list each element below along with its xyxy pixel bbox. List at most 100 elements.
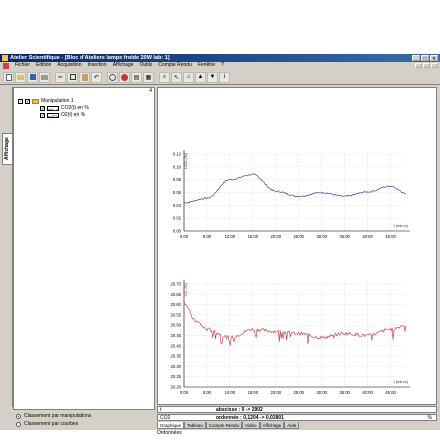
settings-icon[interactable] bbox=[107, 71, 118, 83]
cursor-icon[interactable]: ↖ bbox=[171, 71, 182, 83]
x-tick-label: 5:00 bbox=[203, 390, 212, 395]
bottom-tabs: Graphique Tableau Compte Rendu Vidéo Aff… bbox=[157, 422, 300, 429]
close-button[interactable]: × bbox=[430, 55, 438, 62]
tab-compte-rendu[interactable]: Compte Rendu bbox=[205, 422, 243, 429]
tree-item-co2[interactable]: ✓ CO2(t) en % bbox=[40, 105, 89, 111]
root-checkbox[interactable]: ✓ bbox=[25, 98, 30, 104]
tab-aide[interactable]: Aide bbox=[284, 422, 300, 429]
charts-svg[interactable]: 0.120.100.080.060.040.020.000:00 5:00 10:0… bbox=[158, 88, 436, 404]
graph-area[interactable]: 0.12 0.10 0.08 0.06 0.04 0.02 0.00 0:00 5:00 10:0… bbox=[157, 87, 437, 405]
cut-icon[interactable]: ✂ bbox=[55, 71, 66, 83]
tree-root[interactable]: - ✓ Manipulation 1 bbox=[18, 98, 74, 104]
window-controls: _ □ × bbox=[412, 55, 438, 62]
x-tick-label: 10:00 bbox=[225, 234, 236, 239]
readout-var-x: t bbox=[160, 407, 162, 413]
arrow-down-icon[interactable]: ▼ bbox=[207, 71, 218, 83]
sort-options: Classement par manipulations Classement … bbox=[13, 411, 155, 431]
minimize-button[interactable]: _ bbox=[412, 55, 420, 62]
x-tick-label: 30:00 bbox=[316, 390, 327, 395]
save-icon[interactable] bbox=[27, 71, 38, 83]
application-window: Atelier Scientifique - [Bloc d'Ateliers … bbox=[0, 54, 440, 436]
tree-item-o2[interactable]: ✓ O2(t) en % bbox=[40, 112, 85, 118]
y-axis-label: CO2 (%) bbox=[183, 152, 188, 169]
table-icon[interactable]: ▦ bbox=[143, 71, 154, 83]
readout-ordinate: ordonnée : 0,1204 -> 0,02801 bbox=[216, 415, 284, 421]
arrow-up-icon[interactable]: ▲ bbox=[195, 71, 206, 83]
curve-icon bbox=[47, 105, 59, 111]
menu-fichier[interactable]: Fichier bbox=[15, 62, 30, 69]
radio-dot[interactable] bbox=[16, 413, 21, 419]
tab-affichage-bottom[interactable]: Affichage bbox=[259, 422, 285, 429]
document-icon[interactable] bbox=[3, 62, 9, 69]
new-icon[interactable] bbox=[3, 71, 14, 83]
panel-marker[interactable]: 4 bbox=[149, 88, 152, 94]
y-tick-label: 20.40 bbox=[171, 343, 182, 348]
radio-dot[interactable] bbox=[16, 421, 21, 427]
y-axis-label: O2 (%) bbox=[183, 282, 188, 296]
radio-label: Classement par manipulations bbox=[24, 413, 92, 419]
x-tick-label: 45:00 bbox=[385, 390, 396, 395]
readout-row-ordinate: CO2 ordonnée : 0,1204 -> 0,02801 % bbox=[157, 414, 437, 421]
y-tick-label: 0.10 bbox=[173, 164, 182, 169]
expand-toggle[interactable]: - bbox=[18, 98, 23, 104]
tab-video[interactable]: Vidéo bbox=[242, 422, 260, 429]
copy-icon[interactable] bbox=[67, 71, 78, 83]
home-icon[interactable]: ⌂ bbox=[183, 71, 194, 83]
menu-outils[interactable]: Outils bbox=[139, 62, 152, 69]
tab-graphique[interactable]: Graphique bbox=[157, 422, 185, 429]
x-tick-label: 0:00 bbox=[180, 234, 189, 239]
tree-item-label: CO2(t) en % bbox=[61, 105, 89, 111]
paste-icon[interactable] bbox=[79, 71, 90, 83]
readout-row-abscissa: t abscisse : 0 -> 2902 bbox=[157, 406, 437, 413]
y-tick-label: 20.35 bbox=[171, 354, 182, 359]
chart-icon[interactable]: ▤ bbox=[131, 71, 142, 83]
open-icon[interactable] bbox=[15, 71, 26, 83]
y-tick-label: 20.70 bbox=[171, 282, 182, 287]
y-tick-label: 0.06 bbox=[173, 190, 182, 195]
o2-checkbox[interactable]: ✓ bbox=[40, 112, 45, 118]
menu-fenetre[interactable]: Fenêtre bbox=[198, 62, 215, 69]
window-title: Atelier Scientifique - [Bloc d'Ateliers … bbox=[10, 55, 170, 61]
y-tick-label: 0.04 bbox=[173, 203, 182, 208]
tree-root-label: Manipulation 1 bbox=[41, 98, 74, 104]
menu-insertion[interactable]: Insertion bbox=[88, 62, 107, 69]
x-tick-label: 15:00 bbox=[248, 390, 259, 395]
undo-icon[interactable]: ↶ bbox=[91, 71, 102, 83]
y-tick-label: 20.20 bbox=[171, 385, 182, 390]
y-tick-label: 20.50 bbox=[171, 323, 182, 328]
menu-edition[interactable]: Edition bbox=[36, 62, 51, 69]
x-tick-label: 5:00 bbox=[203, 234, 212, 239]
info-icon[interactable]: i bbox=[219, 71, 230, 83]
maximize-button[interactable]: □ bbox=[421, 55, 429, 62]
doc-restore-button[interactable] bbox=[423, 63, 430, 68]
readout-unit: % bbox=[427, 415, 432, 421]
menu-affichage[interactable]: Affichage bbox=[113, 62, 134, 69]
doc-close-button[interactable] bbox=[431, 63, 438, 68]
zoom-icon[interactable]: ⌕ bbox=[159, 71, 170, 83]
radio-sort-manipulations[interactable]: Classement par manipulations bbox=[16, 413, 155, 419]
x-tick-label: 30:00 bbox=[316, 234, 327, 239]
y-tick-label: 20.60 bbox=[171, 302, 182, 307]
readout-var-y: CO2 bbox=[160, 415, 171, 421]
x-tick-label: 25:00 bbox=[294, 390, 305, 395]
acquisition-icon[interactable] bbox=[119, 71, 130, 83]
x-axis-label: t (min:s) bbox=[394, 223, 409, 228]
x-tick-label: 10:00 bbox=[225, 390, 236, 395]
toolbar: ✂ ↶ ▤ ▦ ⌕ ↖ ⌂ ▲ ▼ i bbox=[0, 70, 440, 85]
co2-checkbox[interactable]: ✓ bbox=[40, 105, 45, 111]
doc-minimize-button[interactable] bbox=[415, 63, 422, 68]
menu-acquisition[interactable]: Acquisition bbox=[57, 62, 81, 69]
status-text: Ordonnées bbox=[157, 430, 182, 436]
print-icon[interactable] bbox=[39, 71, 50, 83]
series-line bbox=[183, 173, 407, 204]
menu-help[interactable]: ? bbox=[221, 62, 224, 69]
tab-tableau[interactable]: Tableau bbox=[184, 422, 206, 429]
x-tick-label: 25:00 bbox=[294, 234, 305, 239]
menu-compte-rendu[interactable]: Compte Rendu bbox=[158, 62, 192, 69]
y-tick-label: 20.30 bbox=[171, 364, 182, 369]
radio-sort-curves[interactable]: Classement par courbes bbox=[16, 421, 155, 427]
tab-affichage[interactable]: Affichage bbox=[2, 133, 13, 165]
y-tick-label: 20.55 bbox=[171, 312, 182, 317]
folder-icon bbox=[32, 98, 39, 104]
y-tick-label: 0.08 bbox=[173, 177, 182, 182]
